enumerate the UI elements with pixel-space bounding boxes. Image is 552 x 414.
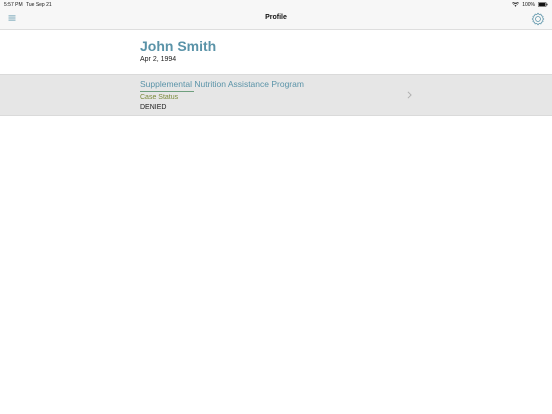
battery-icon [538,2,548,7]
battery-percent: 100% [522,1,535,8]
navigation-bar: Profile [0,9,552,30]
page-title: Profile [265,14,287,21]
program-row-snap[interactable]: Supplemental Nutrition Assistance Progra… [0,74,552,116]
program-title: Supplemental Nutrition Assistance Progra… [140,79,304,89]
program-title-underline [140,91,194,92]
status-bar: 5:57 PM Tue Sep 21 100% [0,0,552,9]
profile-screen: 5:57 PM Tue Sep 21 100% Profile John Smi… [0,0,552,414]
status-indicators: 100% [512,1,548,8]
chevron-right-icon [407,91,412,99]
case-status-label: Case Status [140,94,179,101]
profile-dob: Apr 2, 1994 [140,56,177,63]
case-status-value: DENIED [140,104,167,111]
wifi-icon [512,2,520,7]
status-date: Tue Sep 21 [26,2,52,8]
settings-icon[interactable] [531,12,545,26]
profile-name: John Smith [140,38,217,54]
status-time: 5:57 PM [4,2,23,8]
